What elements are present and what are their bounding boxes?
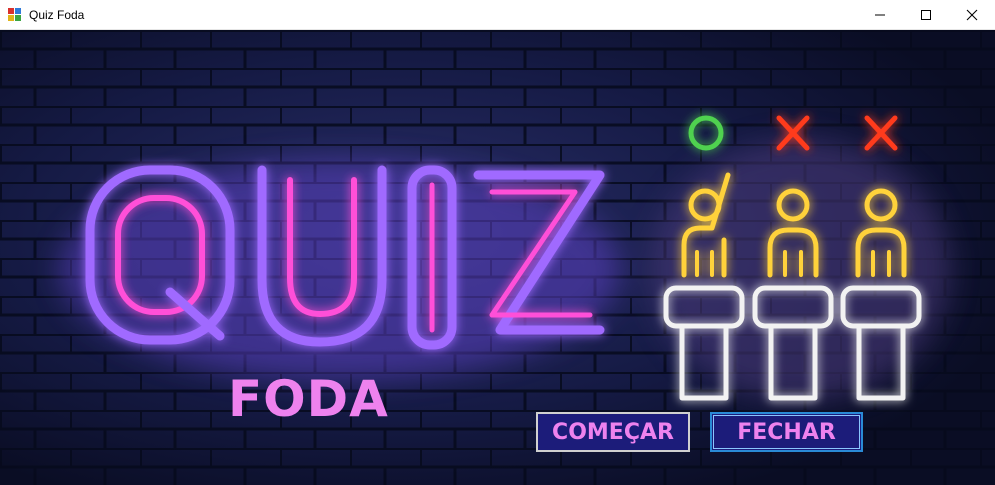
close-quiz-button[interactable]: FECHAR	[710, 412, 863, 452]
subtitle-label: FODA	[228, 370, 389, 428]
start-button[interactable]: COMEÇAR	[536, 412, 690, 452]
minimize-icon	[875, 14, 885, 16]
minimize-button[interactable]	[857, 0, 903, 30]
close-button[interactable]	[949, 0, 995, 30]
maximize-button[interactable]	[903, 0, 949, 30]
window-title: Quiz Foda	[29, 7, 85, 22]
close-icon	[966, 9, 978, 21]
window-controls	[857, 0, 995, 30]
app-form-icon	[8, 7, 22, 22]
title-bar[interactable]: Quiz Foda	[0, 0, 995, 30]
app-window: Quiz Foda FODA COMEÇAR FECHAR	[0, 0, 995, 485]
maximize-icon	[921, 10, 931, 20]
form-client-area: FODA COMEÇAR FECHAR	[0, 30, 995, 485]
